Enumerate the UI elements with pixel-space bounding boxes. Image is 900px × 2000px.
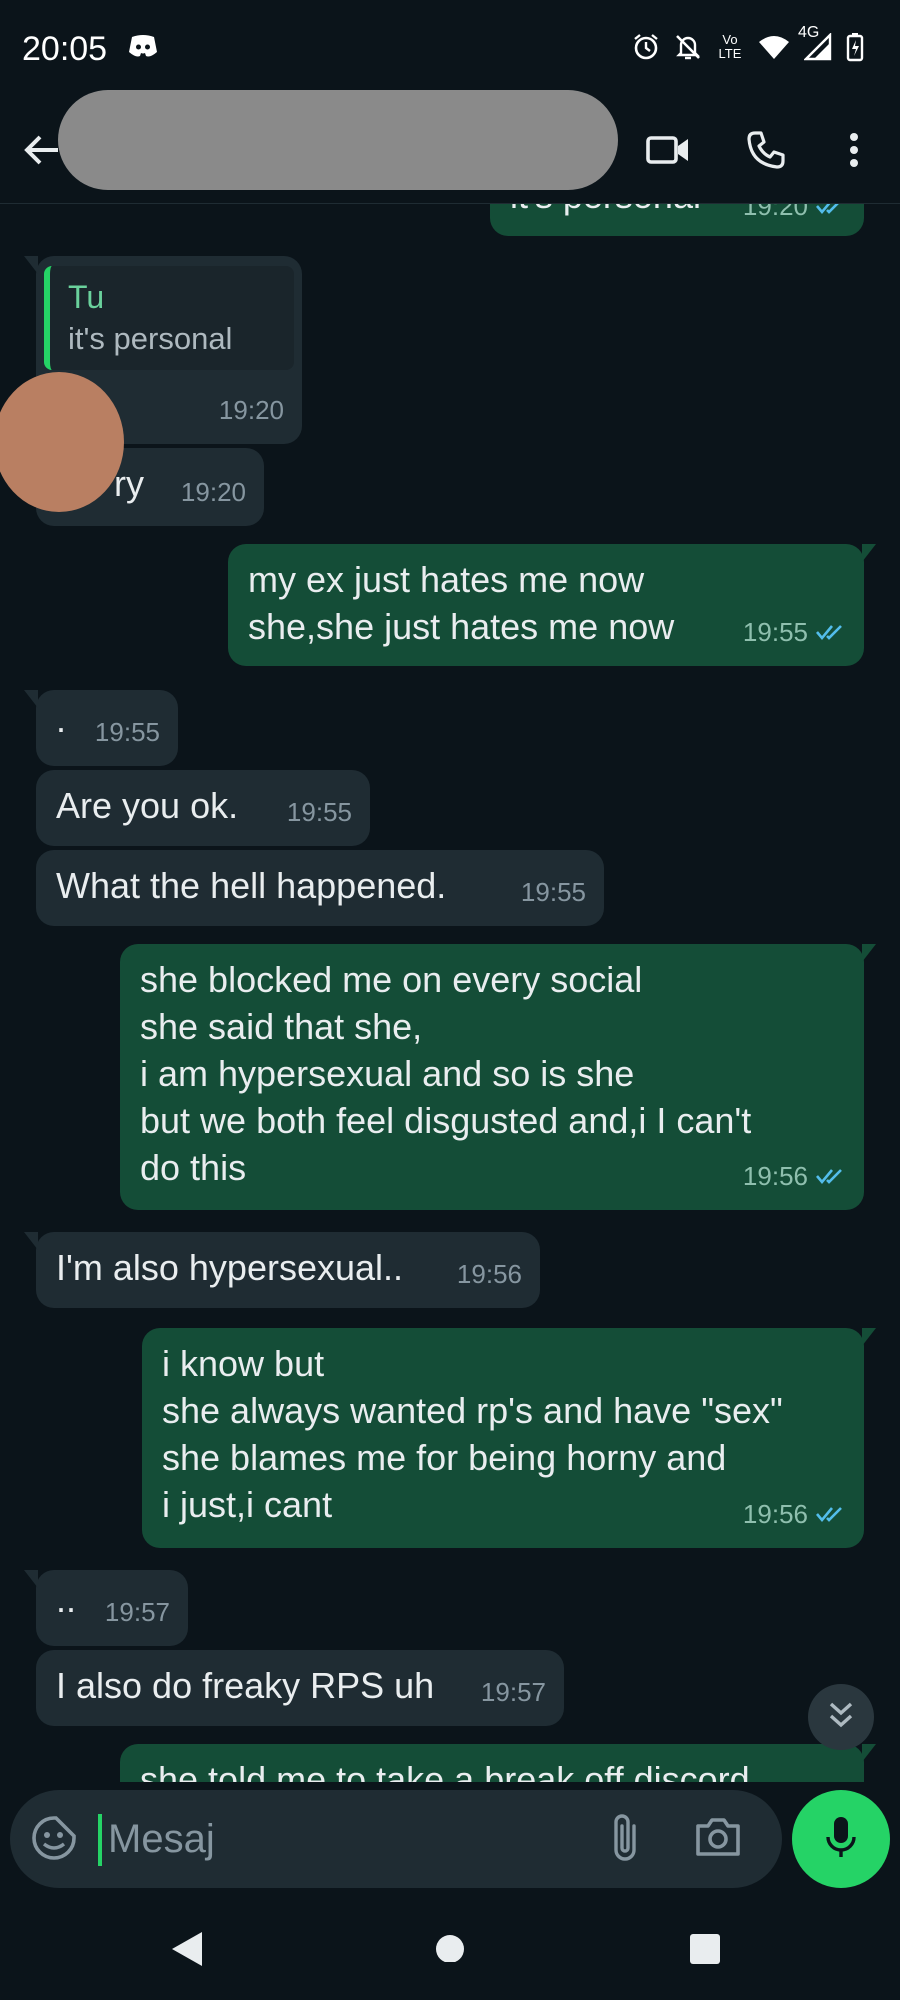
message-time: 19:20	[742, 204, 808, 221]
message-meta: 19:55	[521, 869, 586, 916]
message-text: Are you ok.	[56, 785, 239, 826]
chevron-double-down-icon	[827, 1700, 855, 1735]
message-meta: 19:20	[219, 387, 284, 434]
video-call-icon	[646, 134, 690, 171]
message-text: she blocked me on every social she said …	[140, 959, 752, 1188]
message-incoming[interactable]: .. 19:57	[24, 1570, 188, 1646]
alarm-icon	[632, 33, 660, 61]
message-meta: 19:57	[105, 1589, 170, 1636]
message-text: it's personal	[510, 204, 701, 219]
message-text: she told me to take a break off discord	[140, 1759, 750, 1782]
quote-author: Tu	[68, 279, 105, 315]
battery-charging-icon	[846, 32, 864, 62]
message-outgoing[interactable]: i know but she always wanted rp's and ha…	[142, 1328, 876, 1548]
discord-icon	[128, 34, 158, 63]
message-time: 19:55	[520, 877, 586, 907]
message-time: 19:57	[104, 1597, 170, 1627]
video-call-button[interactable]	[640, 124, 696, 180]
message-meta: 19:56	[457, 1251, 522, 1298]
message-incoming[interactable]: I'm also hypersexual.. 19:56	[24, 1232, 540, 1308]
message-meta: 19:56	[743, 1491, 846, 1538]
message-text: I'm also hypersexual..	[56, 1247, 404, 1288]
message-incoming[interactable]: Are you ok. 19:55	[36, 770, 370, 846]
message-meta: 19:55	[95, 709, 160, 756]
message-text: i know but she always wanted rp's and ha…	[162, 1343, 783, 1525]
message-meta: 19:55	[743, 609, 846, 656]
contact-name-redacted[interactable]	[58, 90, 618, 190]
message-meta: 19:56	[743, 1153, 846, 1200]
quote-text: it's personal	[68, 321, 233, 356]
message-composer	[10, 1790, 782, 1888]
message-outgoing[interactable]: it's personal 19:20	[490, 204, 864, 236]
message-incoming[interactable]: . 19:55	[24, 690, 178, 766]
nav-recents-icon[interactable]	[688, 1930, 722, 1964]
message-time: 19:56	[456, 1259, 522, 1289]
read-ticks-icon	[816, 1153, 846, 1200]
message-meta: 19:57	[481, 1669, 546, 1716]
back-arrow-icon	[24, 134, 60, 171]
message-meta: 19:20	[181, 469, 246, 516]
message-text: I also do freaky RPS uh	[56, 1665, 435, 1706]
status-icons: Vo LTE 4G	[632, 25, 864, 62]
message-time: 19:20	[180, 477, 246, 507]
message-text: ..	[56, 1579, 77, 1620]
status-time: 20:05	[22, 30, 108, 68]
message-incoming[interactable]: What the hell happened. 19:55	[36, 850, 604, 926]
chat-messages[interactable]: it's personal 19:20 Tu it's personal 19:…	[0, 204, 900, 1782]
message-time: 19:56	[742, 1161, 808, 1191]
redaction-blob	[0, 372, 124, 512]
message-time: 19:20	[218, 395, 284, 425]
phone-icon	[746, 130, 786, 175]
volte-icon: Vo LTE	[718, 32, 742, 61]
attach-icon[interactable]	[608, 1812, 642, 1869]
message-time: 19:57	[480, 1677, 546, 1707]
message-outgoing[interactable]: my ex just hates me now she,she just hat…	[228, 544, 876, 666]
nav-home-icon[interactable]	[434, 1930, 466, 1962]
camera-icon[interactable]	[694, 1814, 742, 1863]
text-caret	[98, 1814, 102, 1866]
sticker-icon[interactable]	[30, 1814, 78, 1867]
message-incoming[interactable]: I also do freaky RPS uh 19:57	[36, 1650, 564, 1726]
message-text: .	[56, 699, 67, 740]
nav-back-icon[interactable]	[170, 1930, 204, 1968]
message-time: 19:55	[742, 617, 808, 647]
message-outgoing[interactable]: she blocked me on every social she said …	[120, 944, 876, 1210]
mic-icon	[826, 1815, 856, 1864]
quoted-message[interactable]: Tu it's personal	[44, 266, 294, 370]
system-navigation-bar	[0, 1900, 900, 2000]
more-vert-icon	[849, 132, 859, 173]
notifications-off-icon	[674, 33, 702, 61]
message-time: 19:55	[286, 797, 352, 827]
signal-icon: 4G	[798, 25, 832, 61]
status-bar: 20:05 Vo LTE 4G	[0, 0, 900, 100]
message-meta: 19:20	[743, 204, 846, 230]
message-time: 19:55	[94, 717, 160, 747]
message-outgoing[interactable]: she told me to take a break off discord	[120, 1744, 876, 1782]
message-time: 19:56	[742, 1499, 808, 1529]
voice-message-button[interactable]	[792, 1790, 890, 1888]
read-ticks-icon	[816, 609, 846, 656]
message-input[interactable]	[108, 1808, 548, 1870]
voice-call-button[interactable]	[738, 124, 794, 180]
read-ticks-icon	[816, 1491, 846, 1538]
read-ticks-icon	[816, 204, 846, 230]
scroll-to-bottom-button[interactable]	[808, 1684, 874, 1750]
more-options-button[interactable]	[826, 124, 882, 180]
message-meta: 19:55	[287, 789, 352, 836]
message-text: What the hell happened.	[56, 865, 447, 906]
chat-header	[0, 90, 900, 204]
wifi-icon	[758, 34, 790, 60]
